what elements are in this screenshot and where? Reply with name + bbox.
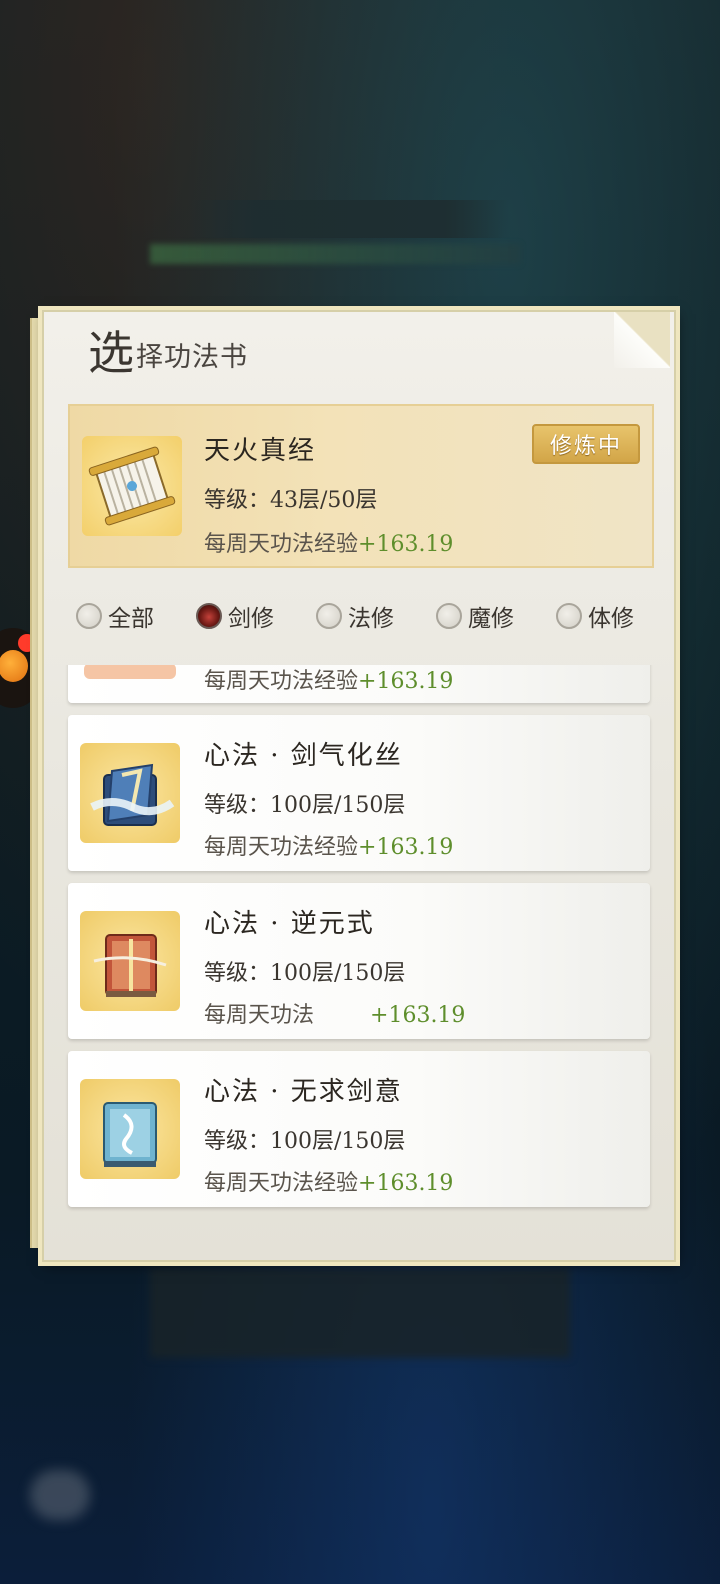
background-progress-bar — [150, 244, 520, 264]
current-exp: 每周天功法经验+163.19 — [204, 526, 453, 558]
exp-label: 每周天功法经验 — [204, 669, 359, 694]
scroll-icon — [82, 436, 182, 536]
title-rest: 择功法书 — [136, 342, 248, 373]
item-name: 心法 · 逆元式 — [204, 909, 375, 939]
radio-icon[interactable] — [436, 603, 462, 629]
blue-book-icon — [80, 1079, 180, 1179]
filter-body[interactable]: 体修 — [556, 596, 634, 636]
filter-magic[interactable]: 法修 — [316, 596, 436, 636]
folded-corner — [614, 312, 670, 368]
panel-title: 选 择功法书 — [88, 330, 248, 376]
exp-value: +163.19 — [358, 1171, 454, 1196]
list-item[interactable]: 心法 · 无求剑意 等级：100层/150层 每周天功法经验+163.19 — [68, 1051, 650, 1207]
item-exp: 每周天功法经验+163.19 — [204, 829, 453, 861]
exp-value: +163.19 — [358, 532, 454, 557]
background-chat — [150, 1268, 570, 1358]
item-level: 等级：100层/150层 — [204, 1129, 406, 1154]
technique-list[interactable]: 每周天功法经验+163.19 心法 · 剑气化丝 等级：100层/150层 每周… — [64, 665, 656, 1225]
title-first-char: 选 — [88, 326, 134, 380]
background-banner — [190, 200, 510, 238]
item-level: 等级：100层/150层 — [204, 961, 406, 986]
filter-label: 全部 — [108, 606, 154, 632]
exp-label: 每周天功法经验 — [204, 835, 359, 860]
filter-tabs: 全部 剑修 法修 魔修 体修 — [76, 596, 656, 636]
item-exp: 每周天功法经验+163.19 — [204, 665, 453, 695]
radio-selected-icon[interactable] — [196, 603, 222, 629]
sword-book-icon — [80, 743, 180, 843]
exp-label: 每周天功法经验 — [204, 1171, 359, 1196]
filter-label: 剑修 — [228, 606, 274, 632]
filter-all[interactable]: 全部 — [76, 596, 196, 636]
item-name: 心法 · 无求剑意 — [204, 1077, 403, 1107]
exp-value: +163.19 — [370, 1003, 466, 1028]
item-level: 等级：100层/150层 — [204, 793, 406, 818]
radio-icon[interactable] — [316, 603, 342, 629]
book-icon — [84, 665, 176, 679]
filter-label: 体修 — [588, 606, 634, 632]
item-exp: 每周天功法经验+163.19 — [204, 1165, 453, 1197]
current-technique-card[interactable]: 天火真经 等级：43层/50层 每周天功法经验+163.19 修炼中 — [68, 404, 654, 568]
red-book-icon — [80, 911, 180, 1011]
filter-sword[interactable]: 剑修 — [196, 596, 316, 636]
item-exp: 每周天功法 +163.19 — [204, 997, 465, 1029]
current-level: 等级：43层/50层 — [204, 488, 378, 513]
background-button — [30, 1470, 90, 1520]
exp-label: 每周天功法经验 — [204, 532, 359, 557]
radio-icon[interactable] — [556, 603, 582, 629]
exp-value: +163.19 — [358, 835, 454, 860]
filter-label: 魔修 — [468, 606, 514, 632]
list-item[interactable]: 心法 · 逆元式 等级：100层/150层 每周天功法 +163.19 — [68, 883, 650, 1039]
training-badge: 修炼中 — [532, 424, 640, 464]
filter-demon[interactable]: 魔修 — [436, 596, 556, 636]
list-item[interactable]: 心法 · 剑气化丝 等级：100层/150层 每周天功法经验+163.19 — [68, 715, 650, 871]
item-name: 心法 · 剑气化丝 — [204, 741, 403, 771]
radio-icon[interactable] — [76, 603, 102, 629]
exp-label: 每周天功法 — [204, 1003, 315, 1028]
current-name: 天火真经 — [204, 436, 317, 466]
exp-value: +163.19 — [358, 669, 454, 694]
filter-label: 法修 — [348, 606, 394, 632]
list-item[interactable]: 每周天功法经验+163.19 — [68, 665, 650, 703]
